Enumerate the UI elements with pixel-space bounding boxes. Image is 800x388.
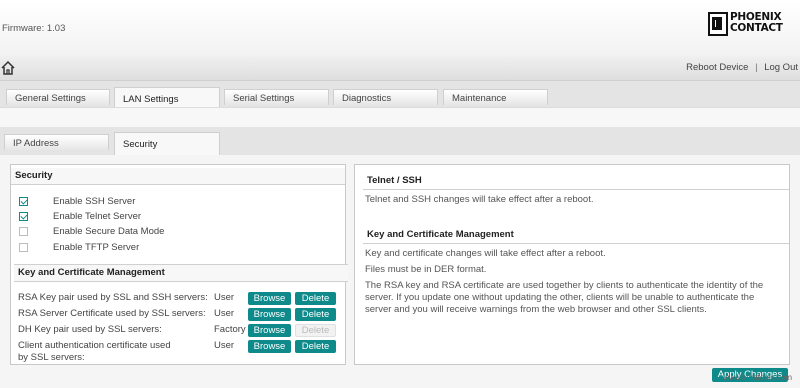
- log-out-link[interactable]: Log Out: [764, 62, 798, 73]
- client-auth-label-line2: by SSL servers:: [18, 352, 85, 363]
- dh-key-browse-button[interactable]: Browse: [248, 324, 291, 337]
- key-cert-text-rsa-line1: The RSA key and RSA certificate are used…: [365, 280, 764, 291]
- rsa-key-pair-label: RSA Key pair used by SSL and SSH servers…: [18, 292, 208, 303]
- rsa-cert-source: User: [214, 308, 235, 319]
- logo-line-2: CONTACT: [730, 22, 783, 34]
- telnet-label: Enable Telnet Server: [53, 211, 142, 222]
- phoenix-contact-logo: PHOENIX CONTACT: [708, 12, 798, 36]
- telnet-checkbox[interactable]: [19, 212, 28, 221]
- rsa-key-delete-button[interactable]: Delete: [295, 292, 336, 305]
- rsa-cert-browse-button[interactable]: Browse: [248, 308, 291, 321]
- telnet-ssh-text: Telnet and SSH changes will take effect …: [365, 194, 594, 205]
- logo-mark: [708, 12, 728, 36]
- tab-diagnostics[interactable]: Diagnostics: [333, 89, 438, 105]
- settings-panel: Security Enable SSH Server Enable Telnet…: [10, 164, 348, 365]
- rsa-key-browse-button[interactable]: Browse: [248, 292, 291, 305]
- key-mgmt-section-title: Key and Certificate Management: [14, 264, 348, 282]
- client-auth-browse-button[interactable]: Browse: [248, 340, 291, 353]
- tab-maintenance[interactable]: Maintenance: [443, 89, 548, 105]
- dh-key-label: DH Key pair used by SSL servers:: [18, 324, 162, 335]
- top-header: Firmware: 1.03 PHOENIX CONTACT: [0, 0, 800, 56]
- rsa-cert-delete-button[interactable]: Delete: [295, 308, 336, 321]
- tftp-label: Enable TFTP Server: [53, 242, 140, 253]
- secure-data-mode-label: Enable Secure Data Mode: [53, 226, 165, 237]
- tab-security[interactable]: Security: [114, 132, 220, 155]
- main-tabs: General Settings LAN Settings Serial Set…: [0, 81, 800, 107]
- rsa-cert-label: RSA Server Certificate used by SSL serve…: [18, 308, 206, 319]
- tab-general-settings[interactable]: General Settings: [6, 89, 110, 105]
- client-auth-label-line1: Client authentication certificate used: [18, 340, 171, 351]
- reboot-device-link[interactable]: Reboot Device: [686, 62, 748, 73]
- rsa-key-pair-source: User: [214, 292, 235, 303]
- key-cert-text-der: Files must be in DER format.: [365, 264, 487, 275]
- content-area: Security Enable SSH Server Enable Telnet…: [0, 155, 800, 388]
- ssh-label: Enable SSH Server: [53, 196, 136, 207]
- nav-separator: |: [755, 62, 758, 73]
- info-panel: Telnet / SSH Telnet and SSH changes will…: [354, 164, 790, 365]
- navigation-bar: Reboot Device | Log Out: [0, 56, 800, 81]
- dh-key-delete-button[interactable]: Delete: [295, 324, 336, 337]
- home-icon[interactable]: [0, 60, 16, 76]
- tab-lan-settings[interactable]: LAN Settings: [114, 87, 220, 107]
- client-auth-source: User: [214, 340, 235, 351]
- secure-data-mode-checkbox[interactable]: [19, 227, 28, 236]
- tab-serial-settings[interactable]: Serial Settings: [224, 89, 329, 105]
- nav-links: Reboot Device | Log Out: [686, 62, 798, 73]
- security-section-title: Security: [11, 168, 345, 185]
- ssh-checkbox[interactable]: [19, 197, 28, 206]
- firmware-version: Firmware: 1.03: [2, 23, 66, 34]
- key-cert-text-rsa-line3: server and you will receive warnings fro…: [365, 304, 707, 315]
- client-auth-delete-button[interactable]: Delete: [295, 340, 336, 353]
- key-cert-title: Key and Certificate Management: [363, 227, 789, 244]
- key-cert-text-rsa-line2: server. If you update one without updati…: [365, 292, 755, 303]
- telnet-ssh-title: Telnet / SSH: [363, 173, 789, 190]
- sub-tabs: IP Address Security: [0, 127, 800, 155]
- watermark-text: www.lnfrdfobis.com: [723, 373, 792, 382]
- dh-key-source: Factory: [214, 324, 246, 335]
- tftp-checkbox[interactable]: [19, 243, 28, 252]
- tab-strip: [0, 107, 800, 128]
- key-cert-text-reboot: Key and certificate changes will take ef…: [365, 248, 606, 259]
- tab-ip-address[interactable]: IP Address: [4, 134, 109, 150]
